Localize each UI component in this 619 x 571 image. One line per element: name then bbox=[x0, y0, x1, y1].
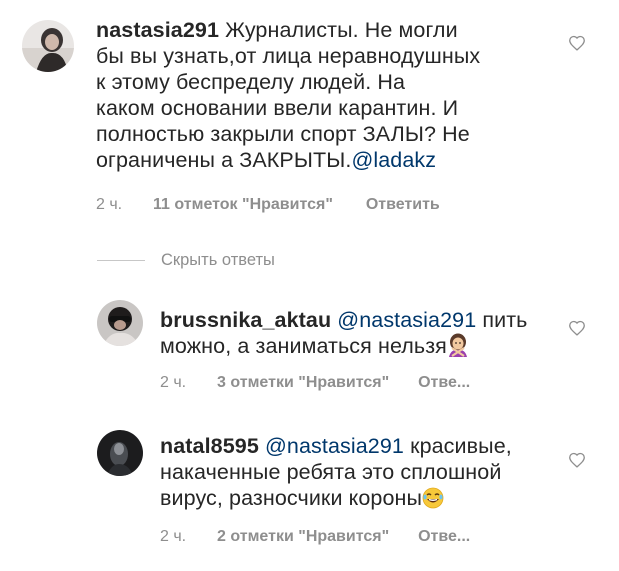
reply-username[interactable]: brussnika_aktau bbox=[160, 308, 331, 332]
comment-username[interactable]: nastasia291 bbox=[96, 18, 219, 42]
comment-line: Журналисты. Не могли bbox=[225, 18, 458, 42]
reply-meta: 2 ч. 3 отметки "Нравится" Отве... bbox=[160, 374, 470, 392]
reply-text: natal8595 @nastasia291 красивые, накачен… bbox=[160, 433, 570, 515]
likes-count[interactable]: 3 отметки "Нравится" bbox=[217, 374, 389, 391]
comment-time: 2 ч. bbox=[96, 196, 123, 213]
comment-line: к этому беспределу людей. На bbox=[96, 70, 406, 94]
mention-link[interactable]: @nastasia291 bbox=[265, 434, 404, 458]
hide-replies-label: Скрыть ответы bbox=[161, 250, 275, 269]
woman-gesturing-no-emoji bbox=[447, 333, 469, 363]
comment-line: бы вы узнать,от лица неравнодушных bbox=[96, 44, 481, 68]
divider-line bbox=[97, 259, 145, 261]
reply-text: brussnika_aktau @nastasia291 пить можно,… bbox=[160, 307, 560, 363]
reply-button[interactable]: Отве... bbox=[418, 374, 470, 391]
likes-count[interactable]: 11 отметок "Нравится" bbox=[153, 196, 333, 213]
reply-button[interactable]: Ответить bbox=[366, 196, 440, 213]
reply-line: можно, а заниматься нельзя bbox=[160, 334, 447, 358]
avatar[interactable] bbox=[97, 300, 143, 346]
reply-line: пить bbox=[482, 308, 528, 332]
avatar[interactable] bbox=[97, 430, 143, 476]
comment-line: полностью закрыли спорт ЗАЛЫ? Не bbox=[96, 122, 470, 146]
comment-text: nastasia291 Журналисты. Не могли бы вы у… bbox=[96, 17, 586, 173]
reply-line: накаченные ребята это сплошной bbox=[160, 460, 502, 484]
avatar[interactable] bbox=[22, 20, 74, 72]
heart-icon[interactable] bbox=[568, 35, 586, 51]
reply-line: красивые, bbox=[410, 434, 512, 458]
comment-line: ограничены а ЗАКРЫТЫ. bbox=[96, 148, 352, 172]
reply-username[interactable]: natal8595 bbox=[160, 434, 259, 458]
reply-time: 2 ч. bbox=[160, 528, 187, 545]
comment-line: каком основании ввели карантин. И bbox=[96, 96, 459, 120]
mention-link[interactable]: @ladakz bbox=[351, 148, 436, 172]
laughing-emoji bbox=[422, 487, 444, 515]
reply-time: 2 ч. bbox=[160, 374, 187, 391]
hide-replies-toggle[interactable]: Скрыть ответы bbox=[97, 249, 275, 271]
reply-button[interactable]: Отве... bbox=[418, 528, 470, 545]
heart-icon[interactable] bbox=[568, 320, 586, 336]
reply-meta: 2 ч. 2 отметки "Нравится" Отве... bbox=[160, 528, 470, 546]
reply-line: вирус, разносчики короны bbox=[160, 486, 423, 510]
mention-link[interactable]: @nastasia291 bbox=[337, 308, 476, 332]
likes-count[interactable]: 2 отметки "Нравится" bbox=[217, 528, 389, 545]
comment-meta: 2 ч. 11 отметок "Нравится" Ответить bbox=[96, 196, 440, 214]
heart-icon[interactable] bbox=[568, 452, 586, 468]
